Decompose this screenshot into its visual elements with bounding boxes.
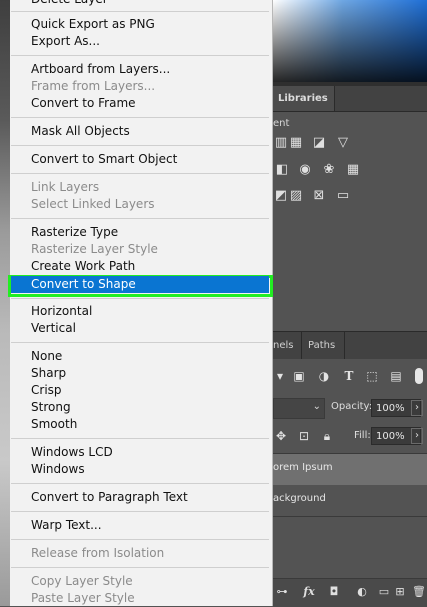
menu-item-release-from-isolation: Release from Isolation (31, 546, 165, 560)
layers-panel: ▾ ▣ ◑ T ⬚ ▤ ⌄ Opacity: 100% › ✥ ⊡ 🔒︎ Fil… (273, 359, 427, 607)
layer-row[interactable]: ackground (273, 485, 427, 517)
kind-dropdown-icon[interactable]: ▾ (273, 369, 287, 383)
menu-separator (11, 342, 269, 343)
menu-separator (11, 539, 269, 540)
lock-position-icon[interactable]: ✥ (274, 429, 288, 443)
menu-item-smooth[interactable]: Smooth (10, 416, 270, 433)
color-lookup-icon[interactable]: ▦ (345, 163, 361, 177)
layers-tab-bar: nels Paths (273, 331, 427, 360)
trash-icon[interactable]: 🗑︎ (412, 585, 426, 599)
menu-item-rasterize-layer-style: Rasterize Layer Style (31, 242, 158, 256)
threshold-icon[interactable]: ⊠ (311, 189, 327, 203)
shape-filter-icon[interactable]: ⬚ (365, 369, 379, 383)
menu-item-create-work-path[interactable]: Create Work Path (10, 258, 270, 275)
menu-separator (11, 117, 269, 118)
new-layer-icon[interactable]: ⊞ (393, 585, 407, 599)
menu-separator (11, 145, 269, 146)
menu-separator (11, 55, 269, 56)
layers-footer: ⊶ fx ◘ ◐ ▭ ⊞ 🗑︎ (273, 578, 427, 607)
lock-all-icon[interactable]: 🔒︎ (320, 429, 334, 443)
fill-dropdown[interactable]: › (411, 428, 423, 444)
menu-item-horizontal[interactable]: Horizontal (10, 303, 270, 320)
menu-item-warp-text[interactable]: Warp Text... (10, 517, 270, 534)
adjustments-panel: ent ▥ ▦ ◪ ▽ ◧ ◉ ❀ ▦ ◩ ▨ ⊠ ▭ (273, 112, 427, 330)
menu-item-convert-to-frame[interactable]: Convert to Frame (10, 95, 270, 112)
menu-item-artboard-from-layers[interactable]: Artboard from Layers... (10, 61, 270, 78)
menu-item-paste-layer-style: Paste Layer Style (31, 591, 135, 605)
channel-mixer-icon[interactable]: ❀ (321, 163, 337, 177)
link-icon[interactable]: ⊶ (275, 585, 289, 599)
menu-item-mask-all-objects[interactable]: Mask All Objects (10, 123, 270, 140)
menu-item-vertical[interactable]: Vertical (10, 320, 270, 337)
tab-paths[interactable]: Paths (300, 332, 346, 359)
posterize-icon[interactable]: ▨ (288, 189, 304, 203)
chevron-down-icon: ⌄ (312, 401, 321, 412)
blend-mode-select[interactable]: ⌄ (273, 398, 325, 419)
type-filter-icon[interactable]: T (342, 369, 356, 383)
adjustments-label: ent (273, 118, 290, 129)
menu-item-none[interactable]: None (10, 348, 270, 365)
menu-separator (11, 483, 269, 484)
menu-separator (11, 567, 269, 568)
menu-item-convert-to-shape[interactable]: Convert to Shape (11, 276, 269, 293)
tab-libraries[interactable]: Libraries (273, 86, 335, 111)
photo-filter-icon[interactable]: ◉ (297, 163, 313, 177)
menu-item-select-linked-layers: Select Linked Layers (31, 197, 155, 211)
menu-item-strong[interactable]: Strong (10, 399, 270, 416)
mask-icon[interactable]: ◘ (327, 585, 341, 599)
group-icon[interactable]: ▭ (377, 585, 391, 599)
adjustment-filter-icon[interactable]: ◑ (317, 369, 331, 383)
menu-item-sharp[interactable]: Sharp (10, 365, 270, 382)
context-menu: Delete Layer Quick Export as PNG Export … (8, 0, 273, 606)
menu-item-crisp[interactable]: Crisp (10, 382, 270, 399)
menu-separator (11, 11, 269, 12)
smart-object-filter-icon[interactable]: ▤ (389, 369, 403, 383)
menu-separator (11, 173, 269, 174)
adjustment-layer-icon[interactable]: ◐ (355, 585, 369, 599)
menu-item-link-layers: Link Layers (31, 180, 100, 194)
menu-item-convert-to-smart-object[interactable]: Convert to Smart Object (10, 151, 270, 168)
menu-item-windows-lcd[interactable]: Windows LCD (10, 444, 270, 461)
canvas-area (0, 0, 10, 606)
menu-item-export-as[interactable]: Export As... (10, 33, 270, 50)
gradient-map-icon[interactable]: ▭ (335, 189, 351, 203)
menu-item-copy-layer-style: Copy Layer Style (31, 574, 133, 588)
layer-name: orem Ipsum (273, 462, 333, 473)
invert-icon[interactable]: ◩ (273, 189, 289, 203)
filter-toggle[interactable] (415, 368, 423, 384)
black-white-icon[interactable]: ◧ (274, 163, 290, 177)
layer-name: ackground (273, 493, 326, 504)
menu-item-quick-export-png[interactable]: Quick Export as PNG (10, 16, 270, 33)
menu-separator (11, 511, 269, 512)
fx-icon[interactable]: fx (302, 585, 316, 599)
lock-artboard-icon[interactable]: ⊡ (297, 429, 311, 443)
menu-item-delete-layer[interactable]: Delete Layer (10, 0, 270, 8)
menu-separator (11, 298, 269, 299)
image-filter-icon[interactable]: ▣ (292, 369, 306, 383)
menu-item-rasterize-type[interactable]: Rasterize Type (10, 224, 270, 241)
menu-separator (11, 438, 269, 439)
libraries-tab-bar: Libraries (273, 86, 427, 112)
menu-separator (11, 218, 269, 219)
opacity-dropdown[interactable]: › (411, 400, 423, 416)
levels-icon[interactable]: ▥ (273, 136, 289, 150)
layer-row[interactable]: orem Ipsum (273, 453, 427, 486)
color-picker-field[interactable] (273, 0, 427, 82)
curves-icon[interactable]: ▦ (288, 136, 304, 150)
menu-item-convert-to-paragraph-text[interactable]: Convert to Paragraph Text (10, 489, 270, 506)
fill-label: Fill: (354, 430, 371, 441)
menu-item-windows[interactable]: Windows (10, 461, 270, 478)
exposure-icon[interactable]: ◪ (311, 136, 327, 150)
gradient-triangle-icon[interactable]: ▽ (335, 136, 351, 150)
opacity-label: Opacity: (331, 401, 373, 412)
menu-item-frame-from-layers: Frame from Layers... (31, 79, 156, 93)
tab-channels[interactable]: nels (273, 332, 303, 359)
